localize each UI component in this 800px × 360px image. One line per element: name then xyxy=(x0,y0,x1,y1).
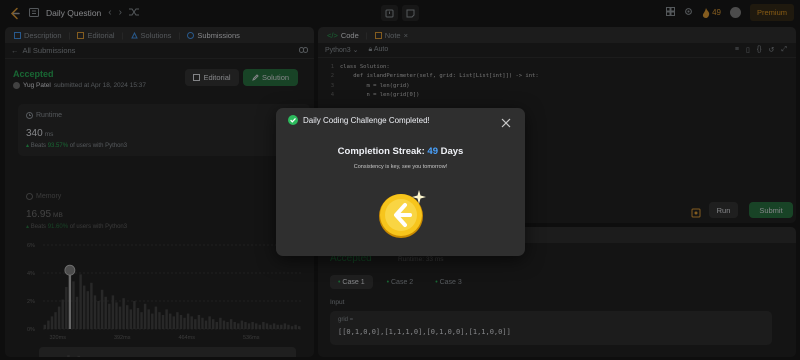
completion-streak: Completion Streak: 49 Days xyxy=(276,146,525,157)
close-icon[interactable] xyxy=(501,115,511,128)
check-circle-icon xyxy=(288,115,298,125)
modal-header: Daily Coding Challenge Completed! xyxy=(288,115,430,125)
streak-prefix: Completion Streak: xyxy=(337,146,425,157)
modal-title: Daily Coding Challenge Completed! xyxy=(303,115,430,125)
leetcode-coin-icon xyxy=(379,190,426,238)
streak-number: 49 xyxy=(427,146,438,157)
streak-suffix: Days xyxy=(440,146,464,157)
modal-subtitle: Consistency is key, see you tomorrow! xyxy=(353,164,448,170)
daily-challenge-modal: Daily Coding Challenge Completed! Comple… xyxy=(276,108,525,256)
